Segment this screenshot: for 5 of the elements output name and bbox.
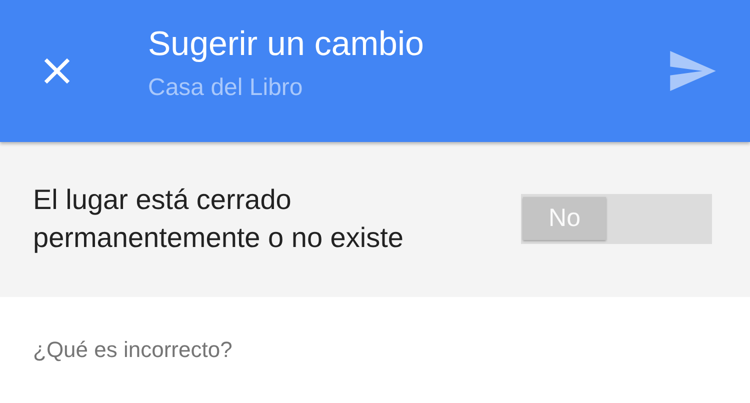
send-icon	[670, 50, 716, 91]
place-subtitle: Casa del Libro	[148, 74, 303, 102]
closed-label: El lugar está cerrado permanentemente o no existe	[33, 183, 404, 256]
screen-title: Sugerir un cambio	[148, 25, 424, 64]
section-heading: ¿Qué es incorrecto?	[33, 337, 232, 362]
